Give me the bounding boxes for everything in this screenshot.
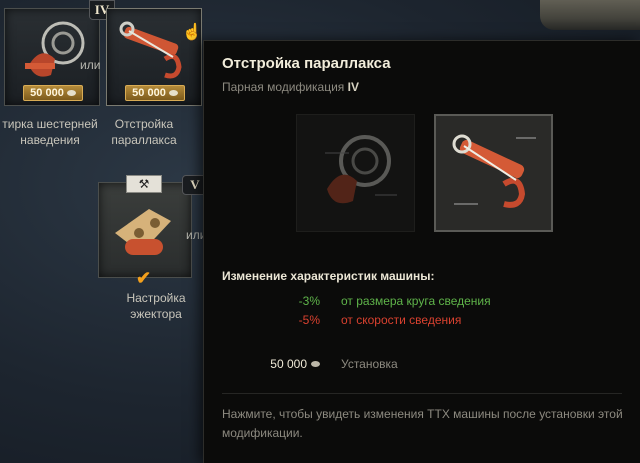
- credits-icon: [168, 90, 178, 96]
- stat-change-value: -3%: [298, 294, 320, 308]
- stat-change-desc: от размера круга сведения: [341, 294, 491, 308]
- credits-icon: [311, 361, 320, 367]
- label-line: Настройка: [126, 291, 186, 305]
- installed-check-icon: ✔: [136, 268, 152, 288]
- label-line: параллакса: [111, 133, 177, 147]
- ejector-module-icon: [115, 209, 171, 255]
- stat-change-desc: от скорости сведения: [341, 313, 462, 327]
- or-label: или: [80, 58, 101, 72]
- stat-change-row: -5% от скорости сведения: [204, 313, 640, 329]
- install-cost: 50 000: [270, 357, 320, 371]
- label-line: Отстройка: [114, 117, 174, 131]
- subtitle-tier: IV: [347, 80, 359, 94]
- gear-module-icon: [25, 21, 85, 77]
- price-value: 50 000: [132, 87, 166, 99]
- module-tooltip: Отстройка параллакса Парная модификация …: [203, 40, 640, 463]
- paired-module-preview: [296, 114, 415, 232]
- divider: [222, 393, 622, 394]
- price-tag: 50 000: [23, 85, 83, 101]
- node-label-parallax: Отстройка параллакса: [104, 116, 184, 148]
- stat-change-row: -3% от размера круга сведения: [204, 294, 640, 310]
- install-cost-value: 50 000: [270, 357, 307, 371]
- credits-icon: [66, 90, 76, 96]
- tooltip-footer-hint: Нажмите, чтобы увидеть изменения ТТХ маш…: [222, 407, 623, 440]
- parallax-module-icon: [452, 134, 536, 208]
- hammer-icon: ⚒: [126, 175, 162, 193]
- stat-change-value: -5%: [298, 313, 320, 327]
- tooltip-subtitle: Парная модификация IV: [222, 80, 359, 94]
- install-cost-label: Установка: [341, 357, 398, 371]
- selected-module-preview: [434, 114, 553, 232]
- hand-cursor-icon: ☝: [182, 24, 202, 41]
- module-ejector-tuning[interactable]: [98, 182, 192, 278]
- price-value: 50 000: [30, 87, 64, 99]
- label-line: эжектора: [130, 307, 182, 321]
- price-tag: 50 000: [125, 85, 185, 101]
- changes-header: Изменение характеристик машины:: [222, 269, 435, 283]
- subtitle-prefix: Парная модификация: [222, 80, 345, 94]
- label-line: наведения: [20, 133, 80, 147]
- module-gear-lapping[interactable]: 50 000: [4, 8, 100, 106]
- node-label-gear: тирка шестерней наведения: [0, 116, 100, 148]
- tooltip-title: Отстройка параллакса: [222, 55, 391, 72]
- gear-module-icon: [325, 135, 397, 204]
- label-line: тирка шестерней: [2, 117, 98, 131]
- node-label-ejector: Настройка эжектора: [110, 290, 202, 322]
- tank-hull-background: [540, 0, 640, 30]
